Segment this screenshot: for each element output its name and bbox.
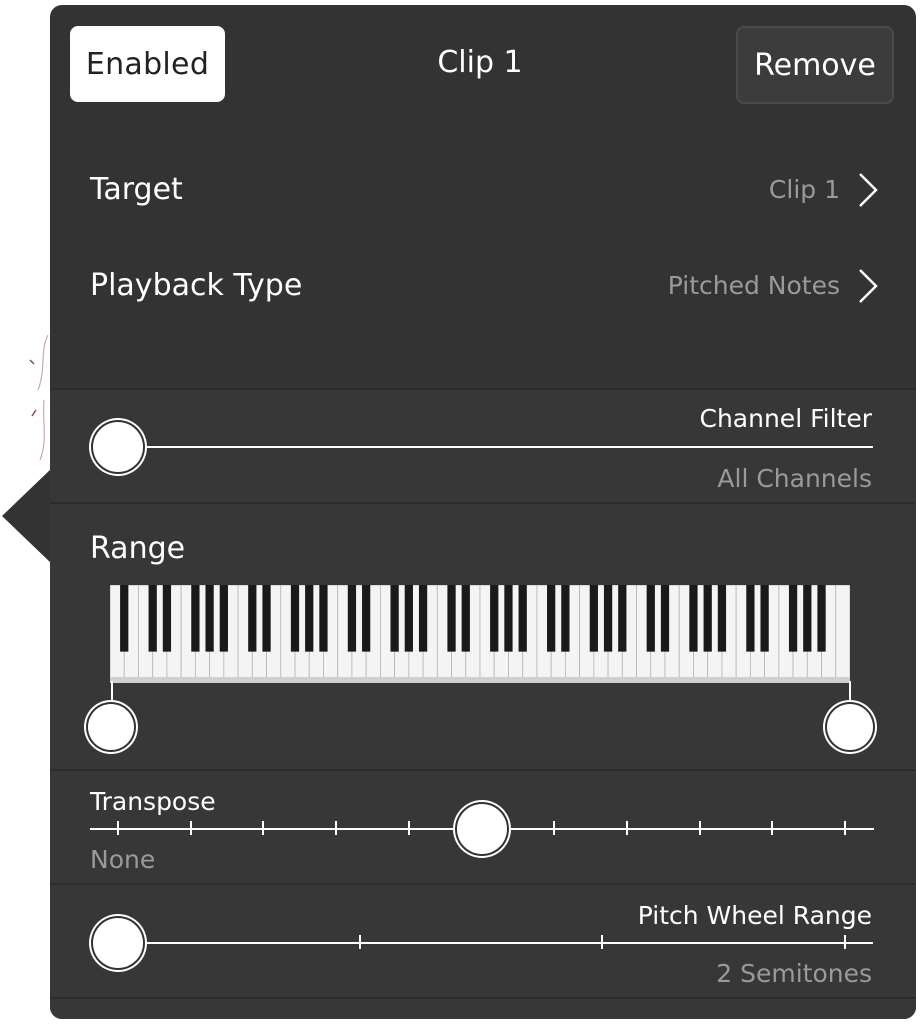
black-key[interactable] (490, 585, 499, 652)
transpose-tick (771, 821, 773, 835)
black-key[interactable] (162, 585, 172, 652)
target-row[interactable]: Target Clip 1 (90, 160, 880, 220)
black-key[interactable] (148, 585, 157, 652)
transpose-section: Transpose None (50, 769, 916, 884)
range-label: Range (90, 531, 186, 566)
black-key[interactable] (561, 585, 570, 652)
black-key[interactable] (518, 585, 527, 652)
black-key[interactable] (547, 585, 556, 652)
black-key[interactable] (618, 585, 627, 652)
transpose-tick (117, 821, 119, 835)
enabled-toggle-button[interactable]: Enabled (70, 26, 225, 102)
pitch-wheel-tick (844, 935, 846, 949)
black-key[interactable] (205, 585, 214, 652)
black-key[interactable] (703, 585, 712, 652)
piano-keyboard[interactable] (110, 585, 850, 683)
chevron-right-icon (859, 269, 878, 303)
black-key[interactable] (660, 585, 670, 652)
transpose-tick (190, 821, 192, 835)
pitch-wheel-tick (359, 935, 361, 949)
black-key[interactable] (461, 585, 470, 652)
transpose-tick (844, 821, 846, 835)
channel-filter-label: Channel Filter (699, 404, 873, 433)
remove-button[interactable]: Remove (736, 26, 894, 104)
target-value: Clip 1 (768, 175, 840, 204)
transpose-tick (626, 821, 628, 835)
black-key[interactable] (404, 585, 413, 652)
black-key[interactable] (803, 585, 812, 652)
keyboard-shadow (110, 677, 850, 683)
white-key[interactable] (835, 585, 850, 683)
clip-title: Clip 1 (437, 45, 523, 80)
black-key[interactable] (248, 585, 257, 652)
popover-pointer (2, 468, 52, 564)
channel-filter-section: Channel Filter All Channels (50, 388, 916, 503)
black-key[interactable] (717, 585, 727, 652)
transpose-tick (553, 821, 555, 835)
pitch-wheel-label: Pitch Wheel Range (637, 901, 872, 930)
playback-type-label: Playback Type (90, 268, 303, 303)
black-key[interactable] (362, 585, 371, 652)
transpose-slider-thumb[interactable] (457, 804, 507, 854)
transpose-value: None (90, 845, 156, 874)
black-key[interactable] (347, 585, 357, 652)
transpose-tick (335, 821, 337, 835)
black-key[interactable] (390, 585, 399, 652)
black-key[interactable] (191, 585, 200, 652)
black-key[interactable] (746, 585, 755, 652)
black-key[interactable] (760, 585, 769, 652)
black-key[interactable] (262, 585, 271, 652)
black-key[interactable] (504, 585, 513, 652)
clip-settings-popover: Enabled Clip 1 Remove Target Clip 1 Play… (50, 5, 916, 1019)
background-scribble (29, 334, 49, 461)
pitch-wheel-value: 2 Semitones (716, 959, 872, 988)
transpose-label: Transpose (90, 787, 216, 816)
black-key[interactable] (120, 585, 129, 652)
range-high-thumb[interactable] (827, 704, 873, 750)
black-key[interactable] (788, 585, 798, 652)
transpose-tick (262, 821, 264, 835)
bottom-section (50, 997, 916, 1019)
black-key[interactable] (817, 585, 826, 652)
playback-type-row[interactable]: Playback Type Pitched Notes (90, 256, 880, 316)
black-key[interactable] (689, 585, 698, 652)
black-key[interactable] (589, 585, 598, 652)
black-key[interactable] (219, 585, 228, 652)
chevron-right-icon (859, 173, 878, 207)
pitch-wheel-tick (601, 935, 603, 949)
channel-filter-value: All Channels (717, 464, 872, 493)
transpose-tick (699, 821, 701, 835)
black-key[interactable] (646, 585, 655, 652)
black-key[interactable] (305, 585, 314, 652)
playback-type-value: Pitched Notes (667, 271, 840, 300)
pitch-wheel-track[interactable] (118, 942, 873, 944)
pitch-wheel-slider-thumb[interactable] (93, 918, 143, 968)
transpose-tick (408, 821, 410, 835)
stage: Enabled Clip 1 Remove Target Clip 1 Play… (0, 0, 920, 1024)
target-label: Target (90, 172, 183, 207)
black-key[interactable] (603, 585, 613, 652)
pitch-wheel-section: Pitch Wheel Range 2 Semitones (50, 883, 916, 998)
channel-filter-slider-thumb[interactable] (93, 422, 143, 472)
black-key[interactable] (319, 585, 328, 652)
range-low-thumb[interactable] (88, 704, 134, 750)
black-key[interactable] (418, 585, 428, 652)
channel-filter-track[interactable] (118, 446, 873, 448)
black-key[interactable] (447, 585, 456, 652)
black-key[interactable] (290, 585, 300, 652)
